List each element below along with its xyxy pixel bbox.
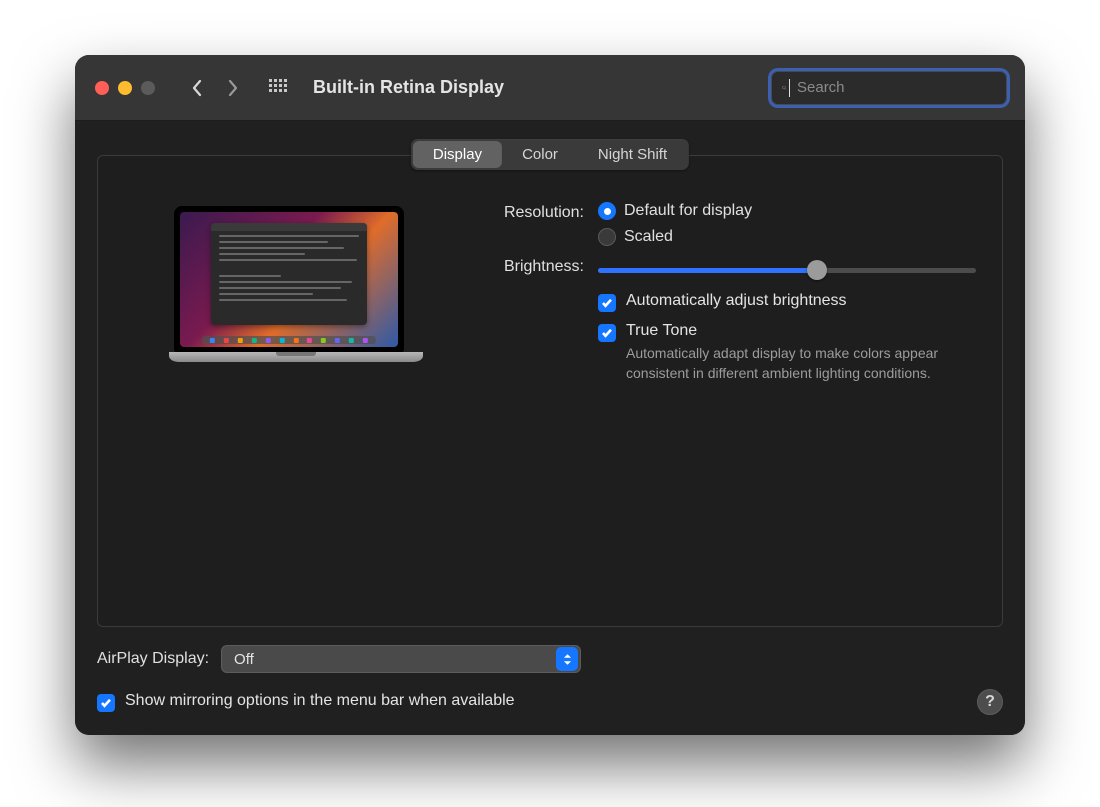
help-button[interactable]: ? <box>977 689 1003 715</box>
airplay-stepper <box>556 647 578 671</box>
bottom-area: AirPlay Display: Off Show mirroring o <box>97 645 1003 715</box>
close-window-button[interactable] <box>95 81 109 95</box>
radio-icon <box>598 202 616 220</box>
radio-label: Scaled <box>624 228 673 246</box>
true-tone-checkbox[interactable]: True Tone <box>598 322 976 342</box>
true-tone-description: Automatically adapt display to make colo… <box>626 344 976 383</box>
window-title: Built-in Retina Display <box>313 77 504 98</box>
radio-label: Default for display <box>624 202 752 220</box>
grid-icon <box>269 79 287 97</box>
zoom-window-button <box>141 81 155 95</box>
checkbox-icon <box>97 694 115 712</box>
display-preview-column <box>124 202 454 626</box>
checkbox-label: Show mirroring options in the menu bar w… <box>125 692 515 710</box>
search-icon <box>782 80 787 96</box>
resolution-scaled-radio[interactable]: Scaled <box>598 228 976 246</box>
display-panel: Display Color Night Shift <box>97 155 1003 627</box>
tab-night-shift[interactable]: Night Shift <box>578 141 687 168</box>
forward-button <box>219 74 247 102</box>
search-field-wrap[interactable] <box>771 71 1007 105</box>
airplay-label: AirPlay Display: <box>97 650 209 668</box>
slider-thumb[interactable] <box>807 260 827 280</box>
slider-fill <box>598 268 817 273</box>
panel-content: Resolution: Default for display Scaled B… <box>98 190 1002 626</box>
airplay-row: AirPlay Display: Off <box>97 645 1003 673</box>
airplay-popup[interactable]: Off <box>221 645 581 673</box>
window-body: Display Color Night Shift <box>75 121 1025 735</box>
checkbox-label: True Tone <box>626 322 697 340</box>
check-icon <box>100 697 112 709</box>
chevron-up-icon <box>563 653 572 659</box>
checkbox-icon <box>598 294 616 312</box>
radio-icon <box>598 228 616 246</box>
brightness-label: Brightness: <box>454 256 584 282</box>
preferences-window: Built-in Retina Display Display Color Ni… <box>75 55 1025 735</box>
search-input[interactable] <box>797 79 996 96</box>
nav-arrows <box>183 74 247 102</box>
brightness-slider[interactable] <box>598 258 976 282</box>
settings-column: Resolution: Default for display Scaled B… <box>454 202 976 626</box>
resolution-default-radio[interactable]: Default for display <box>598 202 976 220</box>
tab-display[interactable]: Display <box>413 141 502 168</box>
display-preview-image <box>169 206 409 362</box>
auto-brightness-checkbox[interactable]: Automatically adjust brightness <box>598 292 976 312</box>
checkbox-label: Automatically adjust brightness <box>626 292 847 310</box>
check-icon <box>601 297 613 309</box>
all-preferences-button[interactable] <box>267 77 289 99</box>
tab-color[interactable]: Color <box>502 141 578 168</box>
chevron-down-icon <box>563 660 572 666</box>
help-icon: ? <box>985 693 995 711</box>
resolution-label: Resolution: <box>454 202 584 246</box>
window-toolbar: Built-in Retina Display <box>75 55 1025 121</box>
resolution-group: Default for display Scaled <box>598 202 976 246</box>
chevron-right-icon <box>227 79 239 97</box>
chevron-left-icon <box>191 79 203 97</box>
back-button[interactable] <box>183 74 211 102</box>
traffic-lights <box>95 81 155 95</box>
mirroring-row: Show mirroring options in the menu bar w… <box>97 689 1003 715</box>
check-icon <box>601 327 613 339</box>
checkbox-icon <box>598 324 616 342</box>
minimize-window-button[interactable] <box>118 81 132 95</box>
airplay-value: Off <box>234 651 254 668</box>
tab-bar: Display Color Night Shift <box>411 139 689 170</box>
mirroring-checkbox[interactable]: Show mirroring options in the menu bar w… <box>97 692 515 712</box>
